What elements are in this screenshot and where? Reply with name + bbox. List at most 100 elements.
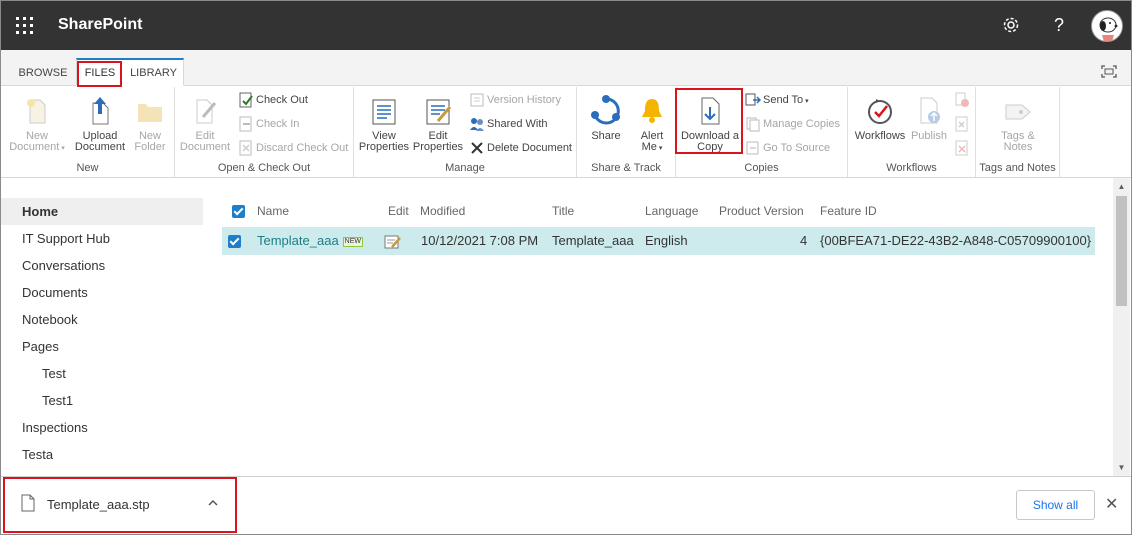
- tab-browse[interactable]: BROWSE: [14, 58, 72, 86]
- go-to-source-button[interactable]: Go To Source: [745, 140, 830, 158]
- new-document-button[interactable]: New Document ▾: [7, 95, 67, 154]
- select-all-checkbox[interactable]: [232, 205, 245, 218]
- check-out-button[interactable]: Check Out: [238, 92, 308, 110]
- tab-library[interactable]: LIBRARY: [126, 58, 181, 86]
- edit-document-button[interactable]: Edit Document: [179, 95, 231, 153]
- tags-notes-button[interactable]: Tags & Notes: [988, 95, 1048, 153]
- workflow-icon: [864, 95, 896, 127]
- approve-reject-button[interactable]: [954, 116, 972, 134]
- view-properties-icon: [368, 95, 400, 127]
- group-label-copies: Copies: [744, 162, 779, 174]
- view-properties-button[interactable]: View Properties: [358, 95, 410, 153]
- nav-item-conversations[interactable]: Conversations: [1, 252, 203, 279]
- upload-document-button[interactable]: Upload Document: [71, 95, 129, 153]
- publish-button[interactable]: Publish: [908, 95, 950, 142]
- ribbon-group-new: New Document ▾ Upload Document New Folde…: [1, 87, 175, 177]
- focus-mode-icon[interactable]: [1101, 65, 1117, 78]
- title-cell: Template_aaa: [552, 233, 634, 248]
- workflows-button[interactable]: Workflows: [852, 95, 908, 142]
- ribbon-tab-row: BROWSE FILES LIBRARY: [1, 50, 1131, 86]
- edit-properties-icon: [422, 95, 454, 127]
- nav-item-inspections[interactable]: Inspections: [1, 414, 203, 441]
- discard-check-out-button[interactable]: Discard Check Out: [238, 140, 348, 158]
- close-icon[interactable]: ✕: [1105, 494, 1118, 514]
- nav-item-testa[interactable]: Testa: [1, 441, 203, 468]
- new-document-icon: [21, 95, 53, 127]
- edit-item-icon[interactable]: [384, 232, 402, 250]
- row-checkbox[interactable]: [228, 235, 241, 248]
- column-header-product-version[interactable]: Product Version: [719, 198, 804, 225]
- list-header: Name Edit Modified Title Language Produc…: [222, 198, 1095, 225]
- ribbon-group-manage: View Properties Edit Properties Version …: [354, 87, 577, 177]
- column-header-modified[interactable]: Modified: [420, 198, 465, 225]
- column-header-feature-id[interactable]: Feature ID: [820, 198, 877, 225]
- vertical-scrollbar[interactable]: ▲ ▼: [1113, 178, 1130, 476]
- help-icon[interactable]: ?: [1047, 13, 1071, 37]
- nav-item-notebook[interactable]: Notebook: [1, 306, 203, 333]
- edit-properties-button[interactable]: Edit Properties: [412, 95, 464, 153]
- nav-item-home[interactable]: Home: [1, 198, 203, 225]
- new-badge: NEW: [342, 236, 364, 247]
- folder-icon: [134, 95, 166, 127]
- group-label-workflows: Workflows: [886, 162, 937, 174]
- column-header-language[interactable]: Language: [645, 198, 698, 225]
- document-link[interactable]: Template_aaa: [257, 233, 339, 248]
- app-launcher-icon[interactable]: [16, 17, 34, 35]
- group-label-open-check-out: Open & Check Out: [217, 162, 311, 174]
- user-avatar[interactable]: [1091, 10, 1123, 42]
- download-copy-icon: [694, 95, 726, 127]
- file-icon: [21, 494, 35, 515]
- nav-item-pages[interactable]: Pages: [1, 333, 203, 360]
- scroll-down-arrow-icon[interactable]: ▼: [1113, 459, 1130, 476]
- check-in-button[interactable]: Check In: [238, 116, 299, 134]
- chevron-up-icon[interactable]: [207, 494, 219, 515]
- download-copy-button[interactable]: Download a Copy: [678, 95, 742, 153]
- product-version-cell: 4: [800, 233, 808, 248]
- cancel-approval-button[interactable]: [954, 140, 972, 158]
- gear-icon[interactable]: [999, 13, 1023, 37]
- column-header-edit[interactable]: Edit: [388, 198, 409, 225]
- left-navigation: Home IT Support Hub Conversations Docume…: [1, 198, 203, 468]
- alert-me-button[interactable]: Alert Me ▾: [632, 95, 672, 154]
- brand-title[interactable]: SharePoint: [58, 16, 142, 34]
- scroll-up-arrow-icon[interactable]: ▲: [1113, 178, 1130, 195]
- manage-copies-button[interactable]: Manage Copies: [745, 116, 840, 134]
- new-folder-button[interactable]: New Folder: [129, 95, 171, 153]
- unpublish-icon: [954, 92, 970, 108]
- nav-item-test1[interactable]: Test1: [1, 387, 203, 414]
- suite-bar: SharePoint ?: [1, 1, 1131, 50]
- group-label-tags-notes: Tags and Notes: [979, 162, 1056, 174]
- group-label-new: New: [76, 162, 99, 174]
- show-all-button[interactable]: Show all: [1016, 490, 1095, 520]
- nav-item-test[interactable]: Test: [1, 360, 203, 387]
- download-bar: Template_aaa.stp Show all ✕: [1, 476, 1131, 534]
- column-header-name[interactable]: Name: [257, 198, 289, 225]
- ribbon-group-workflows: Workflows Publish Workflows: [848, 87, 976, 177]
- browser-window: SharePoint ? BROWSE FILES LIBRARY New Do…: [0, 0, 1132, 535]
- check-in-icon: [238, 116, 254, 132]
- check-out-icon: [238, 92, 254, 108]
- delete-document-button[interactable]: Delete Document: [469, 140, 572, 158]
- table-row[interactable]: Template_aaa NEW 10/12/2021 7:08 PM Templ…: [222, 227, 1095, 255]
- shared-with-icon: [469, 116, 485, 132]
- column-header-title[interactable]: Title: [552, 198, 574, 225]
- tab-files[interactable]: FILES: [80, 58, 120, 86]
- nav-item-it-support-hub[interactable]: IT Support Hub: [1, 225, 203, 252]
- delete-icon: [469, 140, 485, 156]
- nav-item-documents[interactable]: Documents: [1, 279, 203, 306]
- share-button[interactable]: Share: [583, 95, 629, 142]
- cancel-approval-icon: [954, 140, 970, 156]
- ribbon-group-tags-notes: Tags & Notes Tags and Notes: [976, 87, 1060, 177]
- bell-icon: [636, 95, 668, 127]
- approve-reject-icon: [954, 116, 970, 132]
- version-history-button[interactable]: Version History: [469, 92, 561, 110]
- send-to-button[interactable]: Send To ▾: [745, 92, 809, 110]
- download-item[interactable]: Template_aaa.stp: [21, 494, 218, 515]
- scroll-thumb[interactable]: [1116, 196, 1127, 306]
- unpublish-button[interactable]: [954, 92, 972, 110]
- upload-icon: [84, 95, 116, 127]
- feature-id-cell: {00BFEA71-DE22-43B2-A848-C05709900100}: [820, 233, 1092, 248]
- manage-copies-icon: [745, 116, 761, 132]
- shared-with-button[interactable]: Shared With: [469, 116, 548, 134]
- download-filename: Template_aaa.stp: [47, 497, 150, 512]
